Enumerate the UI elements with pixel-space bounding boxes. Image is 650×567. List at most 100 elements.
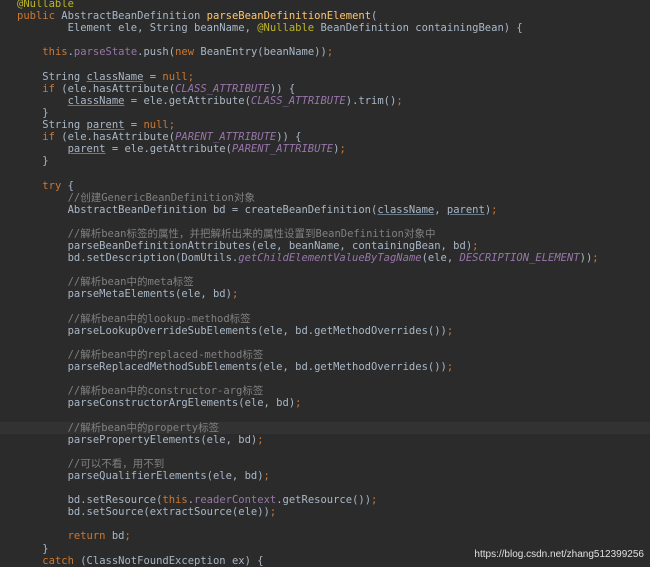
code-line[interactable]: //解析bean中的constructor-arg标签 — [0, 385, 650, 397]
code-line[interactable]: //创建GenericBeanDefinition对象 — [0, 192, 650, 204]
watermark-url: https://blog.csdn.net/zhang512399256 — [474, 549, 644, 560]
code-line[interactable]: //解析bean中的replaced-method标签 — [0, 349, 650, 361]
code-token: //解析bean标签的属性，并把解析出来的属性设置到BeanDefinition… — [17, 227, 436, 240]
code-line[interactable]: //可以不看，用不到 — [0, 458, 650, 470]
code-line[interactable]: parseConstructorArgElements(ele, bd); — [0, 397, 650, 409]
code-line[interactable]: parseReplacedMethodSubElements(ele, bd.g… — [0, 361, 650, 373]
code-line[interactable] — [0, 59, 650, 71]
code-line[interactable]: if (ele.hasAttribute(CLASS_ATTRIBUTE)) { — [0, 83, 650, 95]
code-token: parseMetaElements(ele, bd) — [17, 288, 232, 301]
code-token: ; — [269, 506, 277, 519]
code-token: parseQualifierElements(ele, bd) — [17, 469, 264, 482]
code-token: //创建GenericBeanDefinition对象 — [17, 191, 255, 204]
code-token: ; — [257, 433, 264, 446]
code-line[interactable] — [0, 301, 650, 313]
code-token: return — [67, 530, 112, 543]
code-token: ; — [491, 203, 498, 216]
code-token: //解析bean中的lookup-method标签 — [17, 312, 251, 325]
code-line[interactable]: try { — [0, 180, 650, 192]
code-line[interactable]: parseLookupOverrideSubElements(ele, bd.g… — [0, 325, 650, 337]
code-token: .push( — [137, 46, 176, 59]
code-token: CLASS_ATTRIBUTE — [175, 82, 270, 95]
code-line[interactable] — [0, 167, 650, 179]
code-token: try — [42, 179, 68, 192]
code-token: ; — [124, 530, 131, 543]
code-token: @Nullable — [17, 0, 74, 10]
code-token: BeanDefinition containingBean) { — [320, 22, 523, 35]
code-line[interactable]: bd.setResource(this.readerContext.getRes… — [0, 494, 650, 506]
code-token: ; — [168, 119, 176, 131]
code-token: parent — [446, 203, 485, 216]
code-token: AbstractBeanDefinition bd = createBeanDe… — [17, 203, 378, 216]
code-line[interactable]: parseMetaElements(ele, bd); — [0, 288, 650, 300]
code-token: ; — [592, 252, 599, 265]
code-editor[interactable]: @Nullable public AbstractBeanDefinition p… — [0, 0, 650, 567]
code-token: className — [377, 203, 435, 216]
code-line[interactable]: //解析bean中的lookup-method标签 — [0, 313, 650, 325]
code-token: parent — [67, 143, 106, 156]
code-token: public — [17, 10, 62, 23]
code-line[interactable] — [0, 373, 650, 385]
code-line[interactable] — [0, 34, 650, 46]
code-line[interactable] — [0, 409, 650, 421]
code-line[interactable]: bd.setSource(extractSource(ele)); — [0, 506, 650, 518]
code-line[interactable]: return bd; — [0, 530, 650, 542]
code-token: = ele.getAttribute( — [105, 143, 232, 156]
code-token: className — [86, 70, 144, 83]
code-line[interactable]: Element ele, String beanName, @Nullable … — [0, 22, 650, 34]
code-token: ; — [231, 288, 239, 301]
code-token: this — [42, 46, 68, 59]
code-line[interactable] — [0, 446, 650, 458]
code-token: null — [162, 70, 188, 83]
code-line[interactable]: @Nullable — [0, 0, 650, 10]
code-token: ; — [263, 469, 270, 482]
code-line[interactable] — [0, 482, 650, 494]
code-line[interactable]: className = ele.getAttribute(CLASS_ATTRI… — [0, 95, 650, 107]
code-line[interactable]: parent = ele.getAttribute(PARENT_ATTRIBU… — [0, 143, 650, 155]
code-line[interactable]: //解析bean中的meta标签 — [0, 276, 650, 288]
code-token: //解析bean中的meta标签 — [17, 276, 194, 289]
code-line[interactable]: } — [0, 107, 650, 119]
code-line[interactable] — [0, 337, 650, 349]
code-line[interactable]: this.parseState.push(new BeanEntry(beanN… — [0, 46, 650, 58]
code-line[interactable] — [0, 518, 650, 530]
code-token: CLASS_ATTRIBUTE — [250, 94, 346, 107]
code-token: this — [162, 494, 188, 507]
code-line[interactable] — [0, 216, 650, 228]
code-token: bd.setDescription(DomUtils. — [17, 252, 239, 265]
code-line[interactable]: bd.setDescription(DomUtils.getChildEleme… — [0, 252, 650, 264]
code-token: className — [67, 94, 125, 107]
code-line[interactable]: AbstractBeanDefinition bd = createBeanDe… — [0, 204, 650, 216]
code-line[interactable]: public AbstractBeanDefinition parseBeanD… — [0, 10, 650, 22]
code-token: parseBeanDefinitionAttributes(ele, beanN… — [17, 240, 473, 252]
code-token: String — [17, 119, 87, 131]
code-token: ( — [371, 10, 378, 23]
code-token: , — [434, 203, 447, 216]
code-line[interactable]: parsePropertyElements(ele, bd); — [0, 434, 650, 446]
code-token: Element ele, String beanName, — [17, 22, 258, 35]
code-token: if — [42, 82, 62, 95]
code-token: parseBeanDefinitionElement — [206, 10, 372, 23]
code-token: //可以不看，用不到 — [17, 457, 165, 470]
code-line[interactable]: //解析bean中的property标签 — [0, 421, 650, 434]
code-token: } — [17, 542, 49, 555]
code-token: @Nullable — [257, 22, 321, 35]
code-token: = ele.getAttribute( — [124, 94, 251, 107]
code-token: if — [42, 131, 62, 144]
code-token: //解析bean中的property标签 — [17, 421, 220, 434]
code-line[interactable]: String parent = null; — [0, 119, 650, 131]
code-line[interactable]: //解析bean标签的属性，并把解析出来的属性设置到BeanDefinition… — [0, 228, 650, 240]
code-line[interactable]: parseQualifierElements(ele, bd); — [0, 470, 650, 482]
code-line[interactable]: if (ele.hasAttribute(PARENT_ATTRIBUTE)) … — [0, 131, 650, 143]
code-line[interactable]: parseBeanDefinitionAttributes(ele, beanN… — [0, 240, 650, 252]
code-line[interactable]: } — [0, 155, 650, 167]
code-line[interactable] — [0, 264, 650, 276]
code-line[interactable]: String className = null; — [0, 71, 650, 83]
code-token: ; — [326, 46, 334, 59]
code-token: //解析bean中的replaced-method标签 — [17, 348, 264, 361]
code-token: parseReplacedMethodSubElements(ele, bd.g… — [17, 361, 447, 373]
